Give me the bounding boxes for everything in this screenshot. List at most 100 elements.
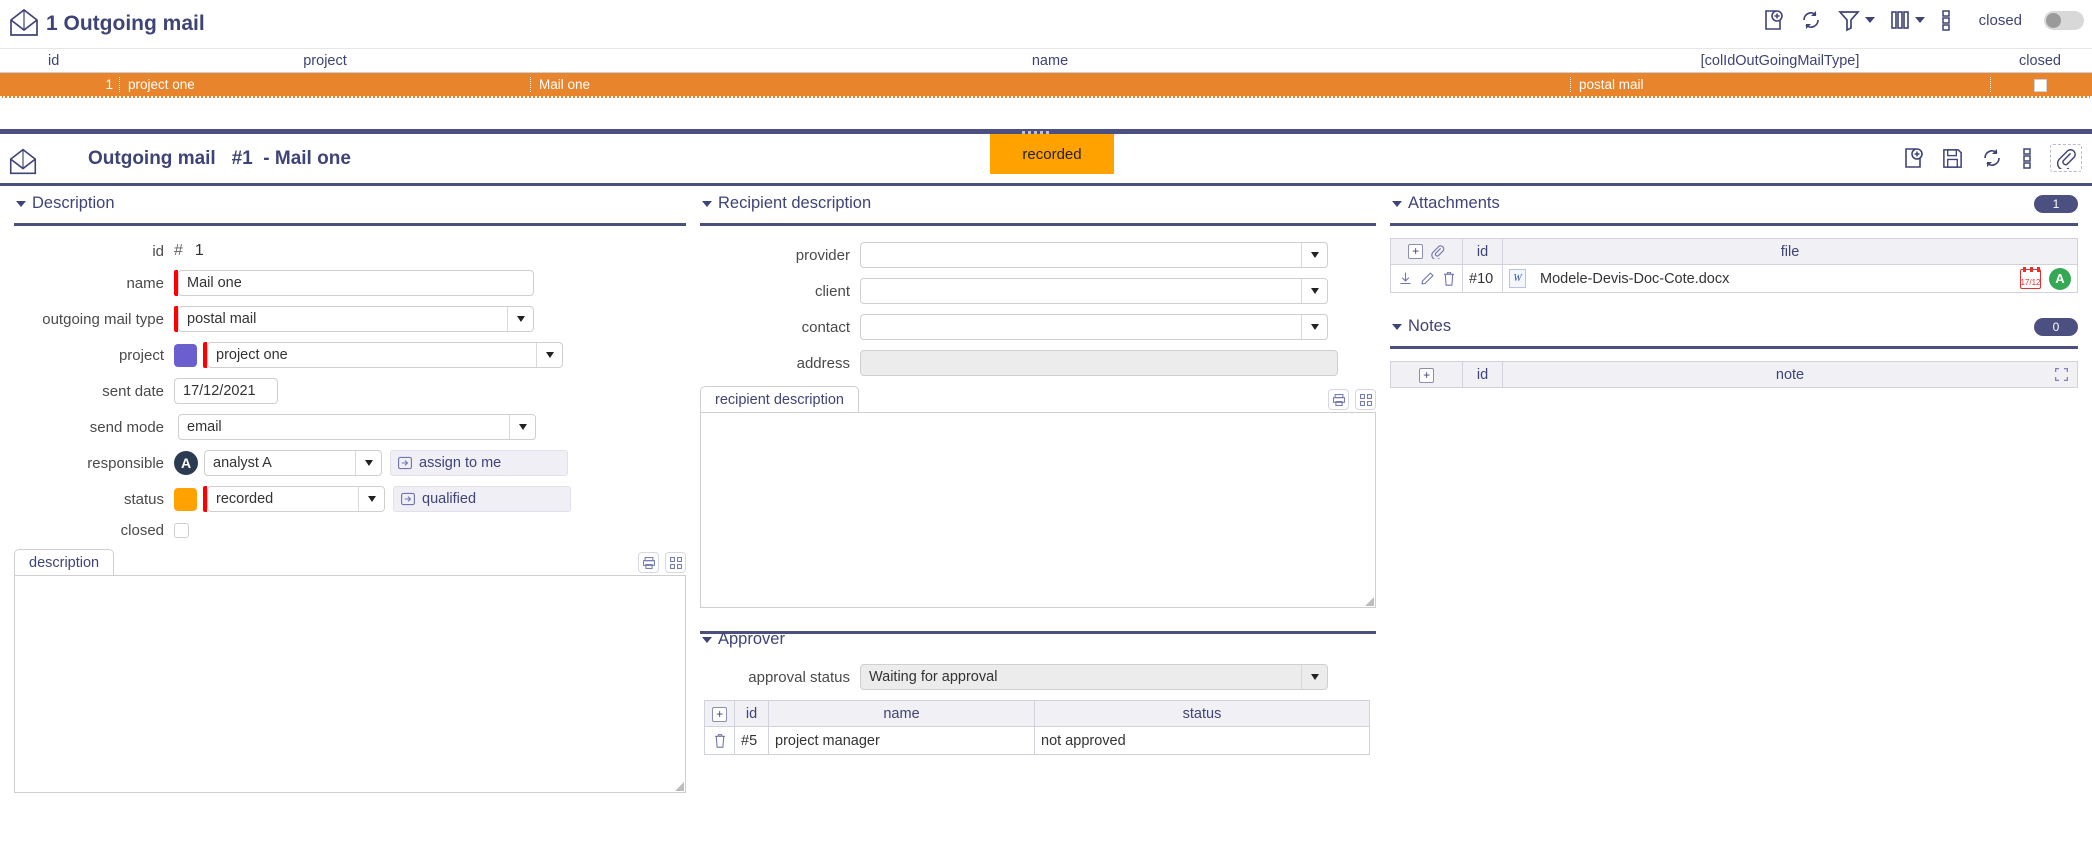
send-mode-value: email: [187, 419, 222, 435]
attachments-panel-header[interactable]: Attachments 1: [1390, 186, 2078, 223]
chevron-down-icon[interactable]: [1864, 17, 1875, 23]
print-icon[interactable]: [638, 552, 659, 573]
recipient-panel-header[interactable]: Recipient description: [700, 186, 1376, 223]
table-row[interactable]: #5 project manager not approved: [704, 726, 1370, 755]
recipient-textarea-value: [701, 413, 1375, 421]
add-document-icon[interactable]: [1761, 8, 1785, 32]
detail-body: Description id # 1 name Mail one outgoin…: [0, 186, 2092, 832]
filter-icon[interactable]: [1837, 8, 1875, 32]
collapse-triangle-icon[interactable]: [702, 636, 712, 643]
tab-recipient-description[interactable]: recipient description: [700, 386, 859, 413]
edit-icon[interactable]: [1420, 271, 1435, 286]
approver-add-cell[interactable]: +: [704, 700, 735, 727]
add-icon[interactable]: +: [1419, 367, 1434, 383]
description-panel-header[interactable]: Description: [14, 186, 686, 223]
add-icon[interactable]: +: [712, 706, 727, 722]
chevron-down-icon[interactable]: [507, 307, 533, 331]
responsible-select[interactable]: analyst A: [204, 450, 382, 476]
project-select[interactable]: project one: [207, 342, 563, 368]
closed-filter-toggle[interactable]: [2044, 10, 2084, 30]
collapse-triangle-icon[interactable]: [1392, 200, 1402, 207]
sent-date-input[interactable]: 17/12/2021: [174, 378, 278, 404]
closed-checkbox[interactable]: [2034, 78, 2047, 92]
description-tab-icons: [638, 552, 686, 576]
attachment-clip-icon[interactable]: [2050, 144, 2082, 172]
table-row[interactable]: 1 project one Mail one postal mail: [0, 73, 2092, 98]
qualified-button[interactable]: qualified: [393, 486, 571, 512]
recipient-description-textarea[interactable]: [700, 412, 1376, 608]
status-value: recorded: [216, 491, 274, 507]
grid-col-closed[interactable]: closed: [1990, 53, 2090, 69]
provider-label: provider: [795, 246, 850, 264]
assign-to-me-label: assign to me: [419, 455, 502, 471]
chevron-down-icon[interactable]: [358, 487, 384, 511]
send-mode-label: send mode: [89, 418, 164, 436]
closed-checkbox[interactable]: [174, 523, 189, 538]
calendar-date-label: 17/12: [2020, 277, 2041, 287]
calendar-icon[interactable]: 17/12: [2020, 266, 2041, 289]
collapse-triangle-icon[interactable]: [702, 200, 712, 207]
address-input: [860, 350, 1338, 376]
field-outgoing-mail-type: outgoing mail type postal mail: [14, 306, 686, 332]
delete-icon[interactable]: [1442, 271, 1456, 286]
notes-count-badge: 0: [2034, 317, 2078, 336]
grid-col-name[interactable]: name: [530, 53, 1570, 69]
more-options-icon[interactable]: [2020, 146, 2034, 170]
send-mode-select[interactable]: email: [178, 414, 536, 440]
resize-handle[interactable]: [1365, 597, 1374, 606]
recipient-panel-title: Recipient description: [718, 194, 872, 212]
provider-select[interactable]: [860, 242, 1328, 268]
resize-handle[interactable]: [675, 782, 684, 791]
approver-panel-header[interactable]: Approver: [700, 622, 1376, 659]
page-title: 1 Outgoing mail: [46, 12, 205, 35]
approver-col-id: id: [734, 700, 769, 727]
assign-to-me-button[interactable]: assign to me: [390, 450, 568, 476]
recipient-tabstrip: recipient description: [700, 386, 1376, 413]
chevron-down-icon[interactable]: [536, 343, 562, 367]
save-icon[interactable]: [1941, 147, 1964, 170]
table-row[interactable]: #10 W Modele-Devis-Doc-Cote.docx 17/12 A: [1390, 264, 2078, 293]
notes-col-note: note: [1502, 361, 2078, 388]
notes-panel-header[interactable]: Notes 0: [1390, 309, 2078, 346]
expand-icon[interactable]: [1355, 389, 1376, 410]
grid-cell-closed[interactable]: [1990, 77, 2090, 92]
chevron-down-icon[interactable]: [1301, 243, 1327, 267]
notes-actions-header[interactable]: +: [1390, 361, 1463, 388]
chevron-down-icon[interactable]: [1914, 17, 1925, 23]
chevron-down-icon[interactable]: [355, 451, 381, 475]
status-select[interactable]: recorded: [207, 486, 385, 512]
add-icon[interactable]: +: [1408, 244, 1423, 259]
print-icon[interactable]: [1328, 389, 1349, 410]
tab-description[interactable]: description: [14, 549, 115, 576]
expand-icon[interactable]: [2054, 367, 2069, 382]
contact-select[interactable]: [860, 314, 1328, 340]
grid-col-project[interactable]: project: [120, 53, 530, 69]
download-icon[interactable]: [1398, 271, 1413, 286]
client-select[interactable]: [860, 278, 1328, 304]
collapse-triangle-icon[interactable]: [16, 200, 26, 207]
new-document-icon[interactable]: [1901, 146, 1925, 170]
attachments-table-header: + id file: [1390, 238, 2078, 265]
chevron-down-icon[interactable]: [1301, 279, 1327, 303]
field-send-mode: send mode email: [14, 414, 686, 440]
chevron-down-icon[interactable]: [509, 415, 535, 439]
chevron-down-icon[interactable]: [1301, 665, 1327, 689]
grid-col-id[interactable]: id: [0, 53, 120, 69]
name-input[interactable]: Mail one: [178, 270, 534, 296]
grid-col-type[interactable]: [colIdOutGoingMailType]: [1570, 53, 1990, 69]
description-textarea[interactable]: [14, 575, 686, 793]
status-label: status: [123, 490, 164, 508]
collapse-triangle-icon[interactable]: [1392, 323, 1402, 330]
refresh-icon[interactable]: [1799, 8, 1823, 32]
approver-delete-cell[interactable]: [704, 726, 735, 755]
chevron-down-icon[interactable]: [1301, 315, 1327, 339]
refresh-icon[interactable]: [1980, 146, 2004, 170]
outgoing-mail-type-select[interactable]: postal mail: [178, 306, 534, 332]
approval-status-select[interactable]: Waiting for approval: [860, 664, 1328, 690]
approver-cell-status: not approved: [1034, 726, 1370, 755]
expand-icon[interactable]: [665, 552, 686, 573]
paperclip-icon[interactable]: [1430, 244, 1445, 259]
more-options-icon[interactable]: [1939, 8, 1953, 32]
columns-icon[interactable]: [1889, 9, 1925, 31]
notes-panel-title: Notes: [1408, 317, 1452, 335]
